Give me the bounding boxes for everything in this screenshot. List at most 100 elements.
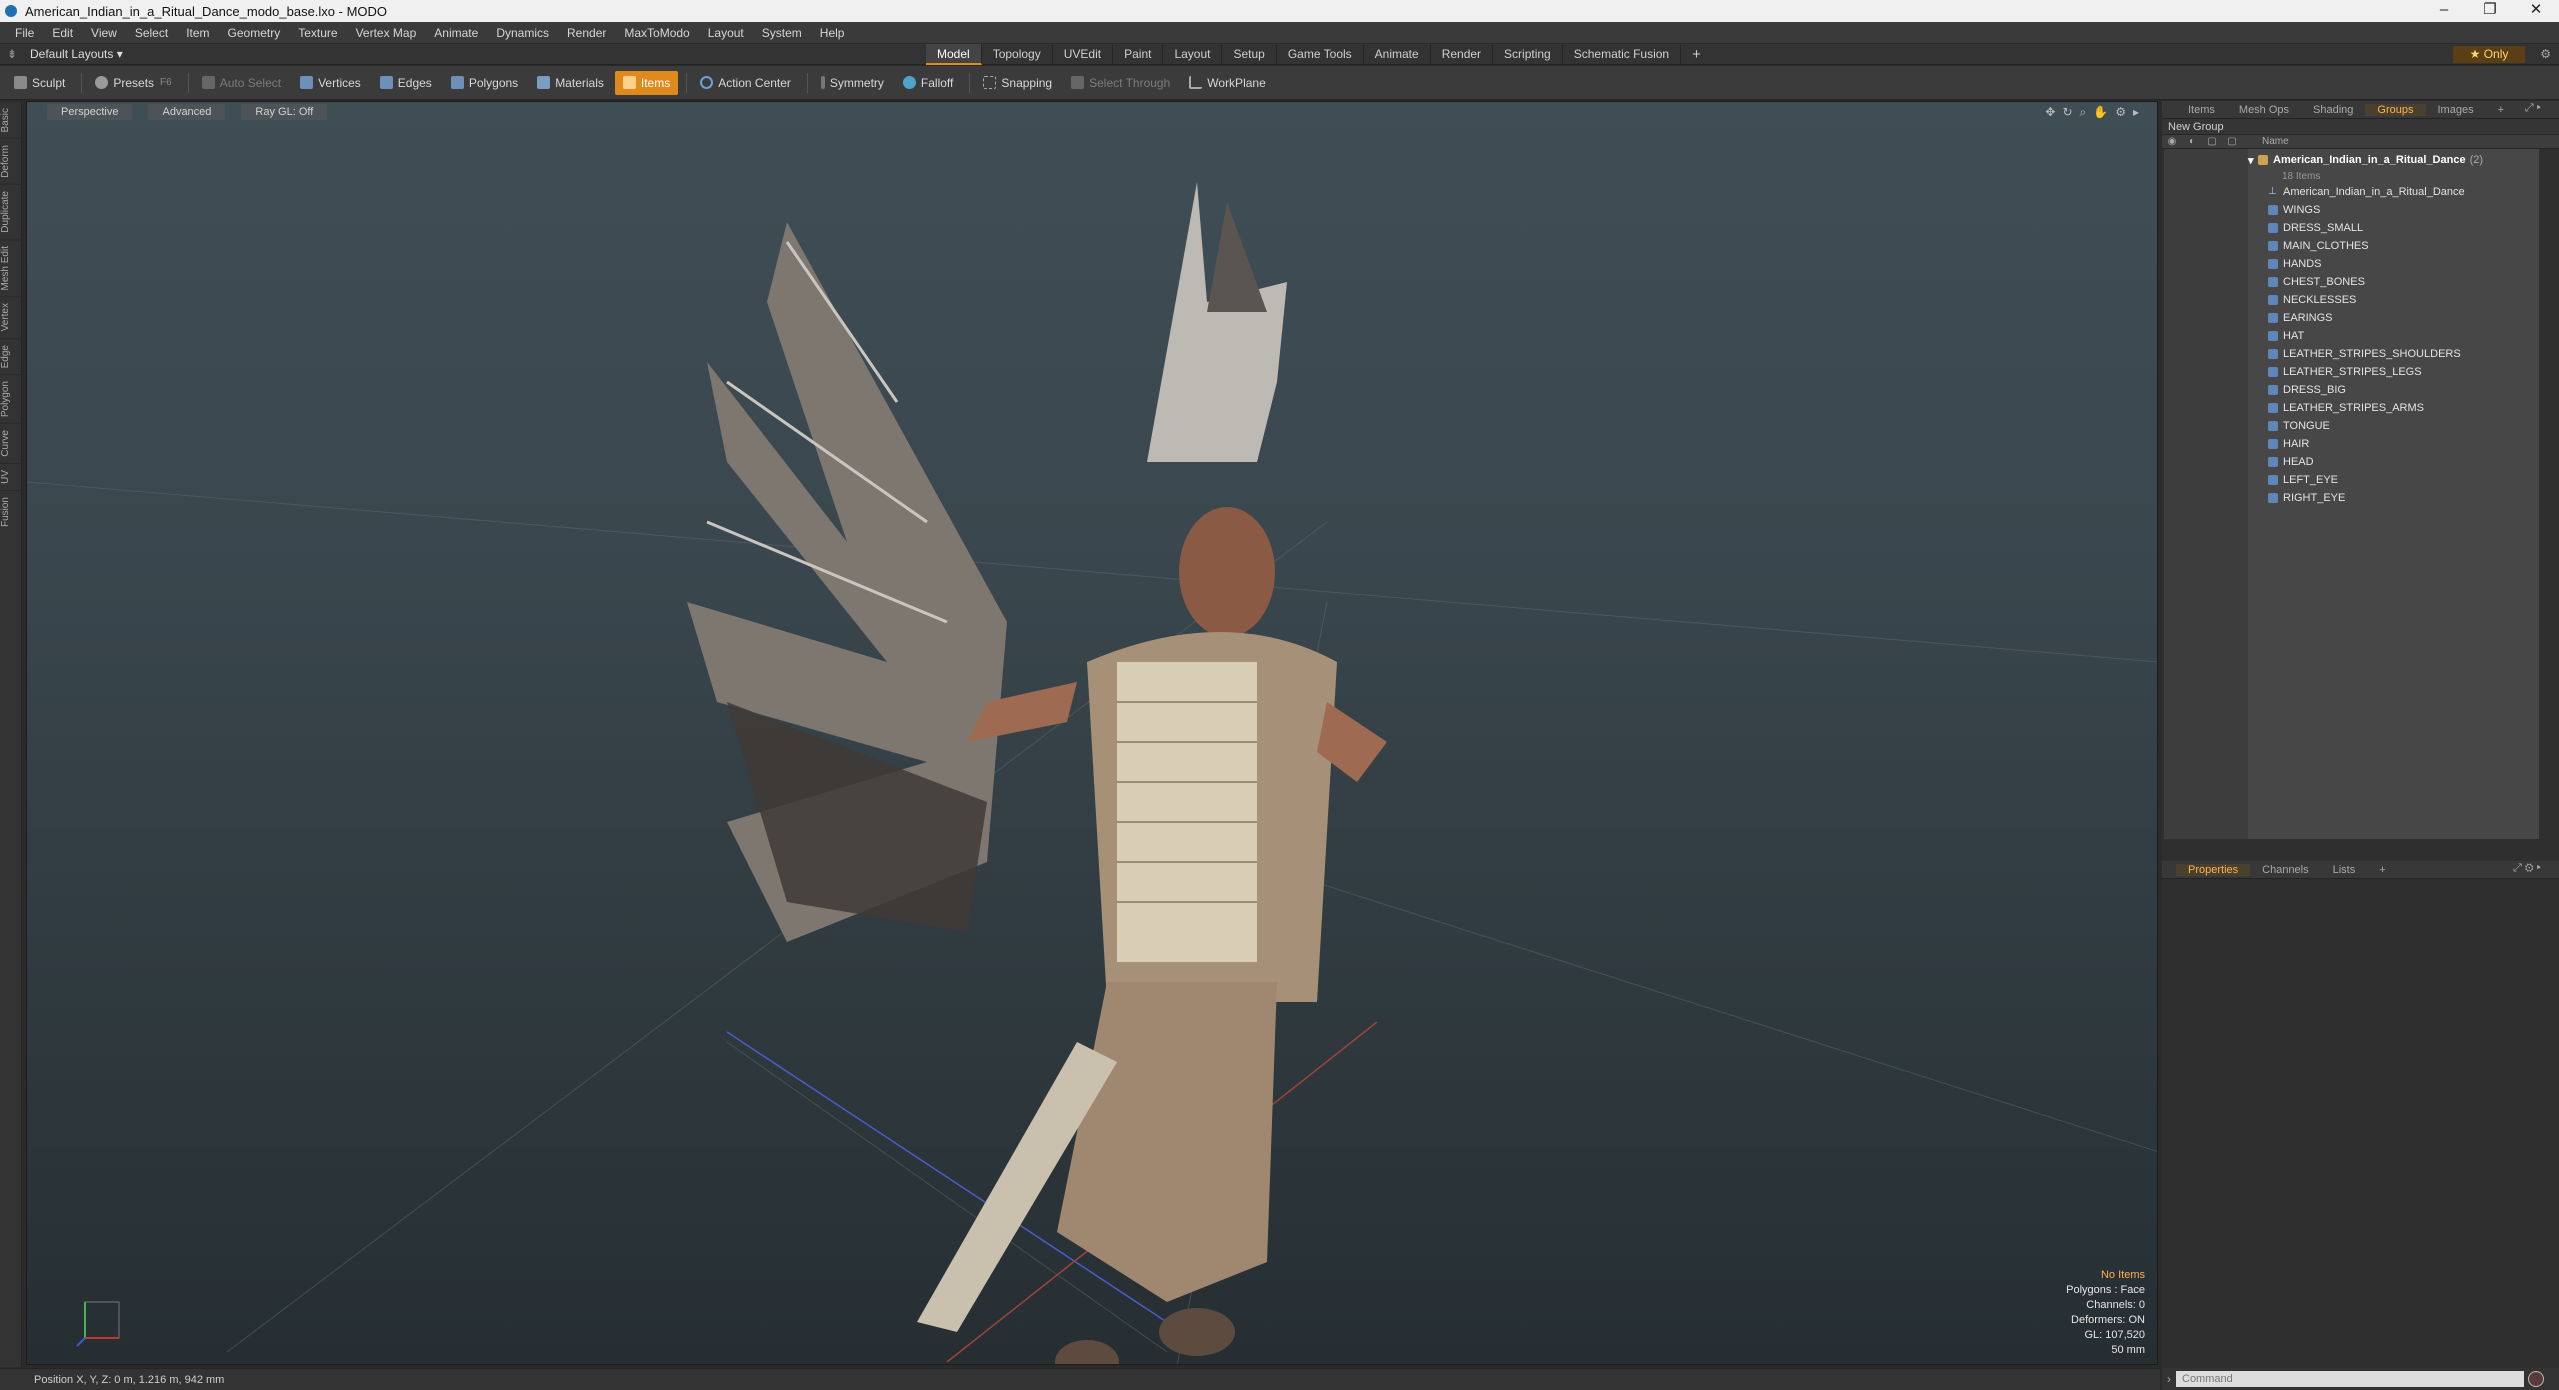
tree-item-main-clothes[interactable]: MAIN_CLOTHES [2248, 237, 2539, 255]
lefttab-vertex[interactable]: Vertex [0, 296, 22, 338]
menu-help[interactable]: Help [811, 26, 854, 40]
gear-icon[interactable]: ⚙ [2540, 44, 2551, 65]
menu-layout[interactable]: Layout [699, 26, 753, 40]
lefttab-polygon[interactable]: Polygon [0, 374, 22, 424]
tab-render[interactable]: Render [1431, 44, 1494, 65]
zoom-icon[interactable]: ⌕ [2080, 105, 2087, 120]
lefttab-fusion[interactable]: Fusion [0, 489, 22, 533]
edges-button[interactable]: Edges [372, 71, 440, 95]
tree-item-tongue[interactable]: TONGUE [2248, 417, 2539, 435]
menu-file[interactable]: File [6, 26, 43, 40]
add-panel-tab-button[interactable]: + [2367, 864, 2397, 876]
tab-lists[interactable]: Lists [2321, 864, 2368, 876]
command-input[interactable]: Command [2176, 1371, 2524, 1387]
tree-item-hair[interactable]: HAIR [2248, 435, 2539, 453]
menu-vertex-map[interactable]: Vertex Map [347, 26, 426, 40]
tab-scripting[interactable]: Scripting [1493, 44, 1563, 65]
tab-setup[interactable]: Setup [1222, 44, 1277, 65]
record-macro-icon[interactable] [2528, 1371, 2544, 1387]
menu-texture[interactable]: Texture [289, 26, 346, 40]
pan-icon[interactable]: ✋ [2093, 105, 2108, 120]
tree-item-right-eye[interactable]: RIGHT_EYE [2248, 489, 2539, 507]
workplane-button[interactable]: WorkPlane [1181, 71, 1273, 95]
vertices-button[interactable]: Vertices [292, 71, 369, 95]
tree-item-wings[interactable]: WINGS [2248, 201, 2539, 219]
falloff-button[interactable]: Falloff [895, 71, 961, 95]
render-column-icon[interactable]: ◐ [2182, 136, 2202, 147]
name-column[interactable]: Name [2262, 136, 2289, 147]
tree-item-head[interactable]: HEAD [2248, 453, 2539, 471]
tree-item-left-eye[interactable]: LEFT_EYE [2248, 471, 2539, 489]
lefttab-edge[interactable]: Edge [0, 337, 22, 375]
viewport-menu-icon[interactable]: ▸ [2133, 105, 2139, 120]
menu-select[interactable]: Select [126, 26, 177, 40]
lefttab-basic[interactable]: Basic [0, 101, 22, 139]
tree-item-hands[interactable]: HANDS [2248, 255, 2539, 273]
tab-layout[interactable]: Layout [1163, 44, 1223, 65]
add-tab-button[interactable]: + [1681, 44, 1712, 65]
lock-column-icon[interactable]: ▢ [2202, 136, 2222, 147]
close-button[interactable]: ✕ [2513, 0, 2559, 22]
tab-schematic-fusion[interactable]: Schematic Fusion [1563, 44, 1682, 65]
menu-item[interactable]: Item [177, 26, 218, 40]
menu-system[interactable]: System [753, 26, 811, 40]
lefttab-deform[interactable]: Deform [0, 138, 22, 185]
tree-item-locator[interactable]: ⊥ American_Indian_in_a_Ritual_Dance [2248, 183, 2539, 201]
expand-arrow-icon[interactable]: ▾ [2248, 154, 2258, 167]
shading-mode-button[interactable]: Advanced [148, 104, 226, 120]
presets-button[interactable]: Presets F6 [87, 71, 179, 95]
snapping-button[interactable]: Snapping [975, 71, 1060, 95]
maximize-button[interactable]: ❐ [2467, 0, 2513, 22]
menu-geometry[interactable]: Geometry [219, 26, 290, 40]
items-button[interactable]: Items [614, 70, 679, 95]
select-through-button[interactable]: Select Through [1063, 71, 1178, 95]
tree-item-leather-stripes-arms[interactable]: LEATHER_STRIPES_ARMS [2248, 399, 2539, 417]
symmetry-button[interactable]: Symmetry [813, 71, 892, 95]
tab-uvedit[interactable]: UVEdit [1053, 44, 1114, 65]
new-group-button[interactable]: New Group [2162, 119, 2559, 135]
menu-edit[interactable]: Edit [43, 26, 82, 40]
tree-item-dress-small[interactable]: DRESS_SMALL [2248, 219, 2539, 237]
minimize-button[interactable]: – [2421, 0, 2467, 22]
tab-channels[interactable]: Channels [2250, 864, 2320, 876]
viewport-settings-icon[interactable]: ⚙ [2115, 105, 2126, 120]
tab-topology[interactable]: Topology [982, 44, 1053, 65]
tab-model[interactable]: Model [926, 44, 982, 65]
visibility-column-icon[interactable]: ◉ [2162, 136, 2182, 147]
menu-maxtomodo[interactable]: MaxToModo [615, 26, 698, 40]
sculpt-button[interactable]: Sculpt [6, 71, 73, 95]
view-type-button[interactable]: Perspective [47, 104, 133, 120]
tree-item-chest-bones[interactable]: CHEST_BONES [2248, 273, 2539, 291]
tree-item-dress-big[interactable]: DRESS_BIG [2248, 381, 2539, 399]
tree-item-leather-stripes-legs[interactable]: LEATHER_STRIPES_LEGS [2248, 363, 2539, 381]
tab-images[interactable]: Images [2426, 104, 2486, 116]
tab-items[interactable]: Items [2176, 104, 2227, 116]
tree-item-earings[interactable]: EARINGS [2248, 309, 2539, 327]
tab-shading[interactable]: Shading [2301, 104, 2365, 116]
layout-dropdown[interactable]: Default Layouts ▾ [20, 47, 133, 61]
menu-view[interactable]: View [82, 26, 126, 40]
only-toggle[interactable]: ★ Only [2453, 46, 2525, 63]
action-center-button[interactable]: Action Center [692, 71, 799, 95]
add-panel-tab-button[interactable]: + [2486, 104, 2516, 116]
tree-item-leather-stripes-shoulders[interactable]: LEATHER_STRIPES_SHOULDERS [2248, 345, 2539, 363]
lefttab-mesh-edit[interactable]: Mesh Edit [0, 238, 22, 297]
tab-groups[interactable]: Groups [2365, 103, 2426, 116]
rotate-view-icon[interactable]: ↻ [2062, 105, 2072, 120]
tab-mesh-ops[interactable]: Mesh Ops [2227, 104, 2301, 116]
materials-button[interactable]: Materials [529, 71, 612, 95]
group-row[interactable]: ▾ American_Indian_in_a_Ritual_Dance (2) [2248, 151, 2539, 169]
raygl-button[interactable]: Ray GL: Off [241, 104, 328, 120]
polygons-button[interactable]: Polygons [443, 71, 526, 95]
lefttab-curve[interactable]: Curve [0, 423, 22, 463]
pin-icon[interactable]: ⇟ [4, 47, 20, 61]
tab-paint[interactable]: Paint [1113, 44, 1164, 65]
tab-properties[interactable]: Properties [2176, 863, 2251, 876]
select-column-icon[interactable]: ▢ [2222, 136, 2242, 147]
expand-panel-icon[interactable]: ⤢ ▸ [2513, 102, 2553, 115]
lefttab-duplicate[interactable]: Duplicate [0, 184, 22, 239]
tab-game-tools[interactable]: Game Tools [1277, 44, 1364, 65]
lefttab-uv[interactable]: UV [0, 462, 22, 490]
menu-dynamics[interactable]: Dynamics [487, 26, 558, 40]
expand-panel-icon[interactable]: ⤢ ⚙ ▸ [2501, 862, 2553, 875]
